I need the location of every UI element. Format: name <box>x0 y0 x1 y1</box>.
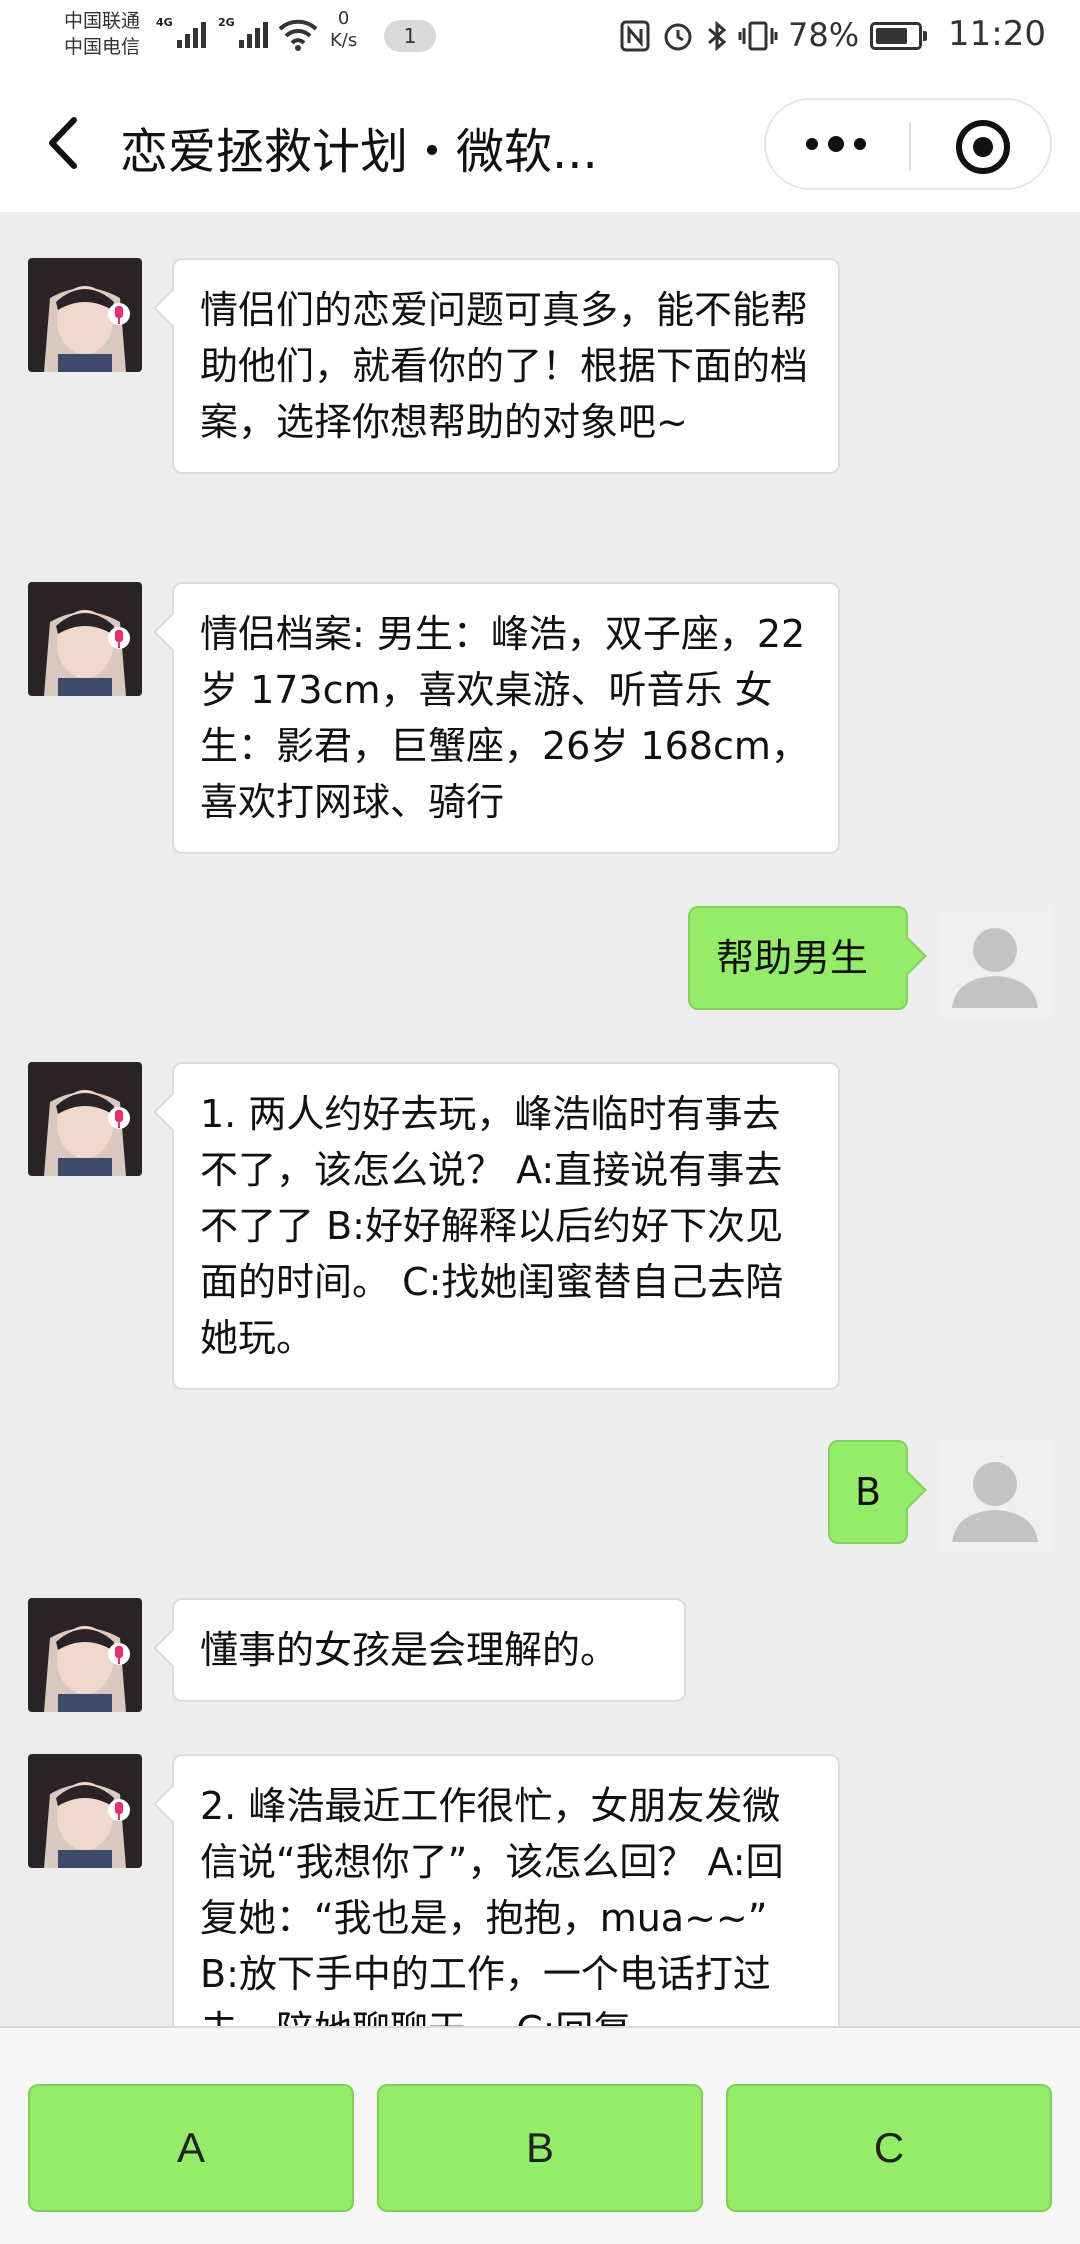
default-user-icon <box>938 1440 1052 1554</box>
signal-strength-icon: 4G <box>156 16 206 48</box>
notification-count-badge: 1 <box>384 20 436 52</box>
carrier-names: 中国联通 中国电信 <box>64 8 140 60</box>
wechat-mini-program-screen: 中国联通 中国电信 4G 2G 0 K/s 1 78% 11:20 恋爱拯救计划… <box>0 0 1080 2244</box>
network-speed-value: 0 <box>337 8 350 29</box>
user-avatar <box>938 906 1052 1020</box>
mini-program-capsule <box>764 98 1052 190</box>
bot-avatar <box>28 582 142 696</box>
title-bar: 恋爱拯救计划・微软... <box>0 72 1080 212</box>
bot-message-bubble: 2. 峰浩最近工作很忙，女朋友发微信说“我想你了”，该怎么回？ A:回复她：“我… <box>172 1754 840 2026</box>
carrier-2: 中国电信 <box>64 36 141 58</box>
default-user-icon <box>938 906 1052 1020</box>
bot-avatar <box>28 258 142 372</box>
answer-b-button[interactable]: B <box>377 2084 703 2212</box>
bot-avatar <box>28 1754 142 1868</box>
battery-level-fill <box>876 28 908 44</box>
network-type-2: 2G <box>218 16 235 29</box>
bluetooth-icon <box>708 20 727 52</box>
carrier-1: 中国联通 <box>64 10 141 32</box>
answer-c-button[interactable]: C <box>726 2084 1052 2212</box>
status-bar-right: 78% 11:20 <box>620 0 1080 72</box>
user-avatar <box>938 1440 1052 1554</box>
alarm-icon <box>664 23 692 51</box>
bot-message-bubble: 懂事的女孩是会理解的。 <box>172 1598 686 1702</box>
capsule-divider <box>909 122 911 170</box>
network-type-1: 4G <box>156 16 173 29</box>
network-speed-unit: K/s <box>330 30 358 51</box>
back-arrow-icon[interactable] <box>36 108 92 178</box>
page-title: 恋爱拯救计划・微软... <box>120 124 598 180</box>
bot-message-bubble: 情侣档案: 男生：峰浩，双子座，22岁 173cm，喜欢桌游、听音乐 女生：影君… <box>172 582 840 854</box>
nfc-icon <box>620 20 650 52</box>
answer-a-button[interactable]: A <box>28 2084 354 2212</box>
wifi-icon <box>278 19 318 51</box>
chat-area[interactable]: 情侣们的恋爱问题可真多，能不能帮助他们，就看你的了！根据下面的档案，选择你想帮助… <box>0 212 1080 2026</box>
answer-options-bar: A B C <box>0 2026 1080 2244</box>
battery-percent: 78% <box>788 16 860 54</box>
vibrate-icon <box>738 21 778 51</box>
more-options-icon[interactable] <box>806 136 866 152</box>
status-time: 11:20 <box>948 14 1046 54</box>
bot-avatar <box>28 1598 142 1712</box>
bot-avatar <box>28 1062 142 1176</box>
bot-message-bubble: 1. 两人约好去玩，峰浩临时有事去不了，该怎么说？ A:直接说有事去不了了 B:… <box>172 1062 840 1390</box>
user-message-bubble: B <box>828 1440 908 1544</box>
bot-message-bubble: 情侣们的恋爱问题可真多，能不能帮助他们，就看你的了！根据下面的档案，选择你想帮助… <box>172 258 840 474</box>
battery-icon <box>870 22 927 50</box>
network-speed: 0 K/s <box>330 8 357 52</box>
close-mini-program-icon[interactable] <box>956 120 1010 174</box>
status-bar: 中国联通 中国电信 4G 2G 0 K/s 1 78% 11:20 <box>0 0 1080 72</box>
signal-strength-icon-2: 2G <box>218 16 268 48</box>
user-message-bubble: 帮助男生 <box>688 906 908 1010</box>
